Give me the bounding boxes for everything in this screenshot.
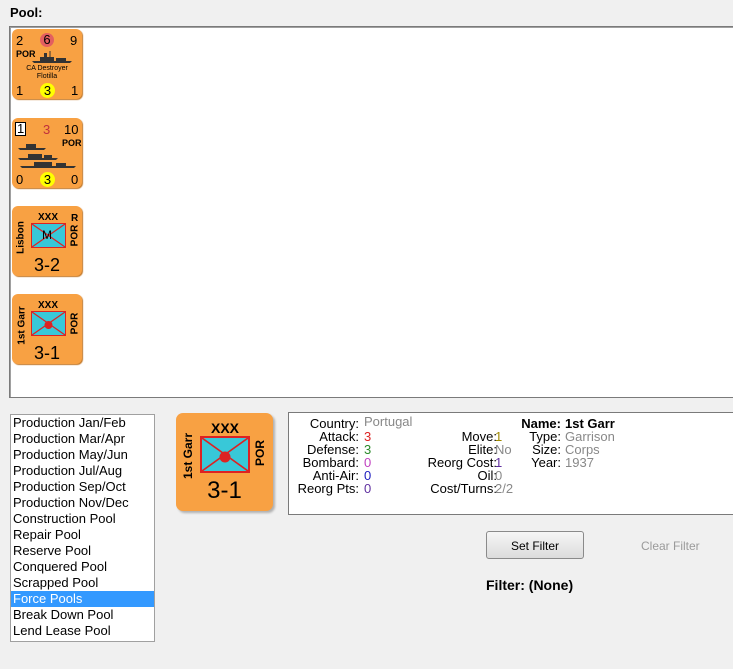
list-item[interactable]: Production May/Jun [11,447,154,463]
counter-bottom-left: 1 [16,83,24,98]
year-label: Year: [531,455,561,470]
counter-bottom-left: 0 [16,172,24,187]
list-item[interactable]: Production Nov/Dec [11,495,154,511]
garrison-symbol-icon [202,438,248,471]
counter-strength: 3-1 [207,477,242,504]
pool-area[interactable]: 2 6 9 POR CA Destroyer Flotilla 1 3 1 1 … [9,26,733,398]
counter-boxed-value: 1 [15,121,27,136]
list-item[interactable]: Production Mar/Apr [11,431,154,447]
list-item[interactable]: Lend Lease Pool [11,623,154,639]
list-item[interactable]: Reserve Pool [11,543,154,559]
destroyer-silhouette-icon [32,51,72,63]
garrison-symbol-icon [32,312,65,335]
counter-bottom-right: 0 [71,172,79,187]
year-value: 1937 [565,455,594,470]
reorgpts-value: 0 [364,481,372,496]
counter-strength: 3-1 [33,343,60,363]
counter-range: 10 [64,122,79,137]
pool-label: Pool: [10,5,43,20]
counter-move-circle: 3 [40,83,55,98]
list-item[interactable]: Construction Pool [11,511,154,527]
counter-attack: 2 [16,33,24,48]
counter-name-line1: CA Destroyer [26,65,68,72]
counter-move-circle: 3 [40,172,55,187]
unit-symbol-box [200,436,250,473]
costturns-label: Cost/Turns: [430,481,497,496]
unit-symbol-box [31,311,66,336]
unit-symbol-letter: M [42,228,52,242]
clear-filter-button[interactable]: Clear Filter [641,539,700,553]
ship-silhouettes-icon [18,144,76,168]
counter-bottom-right: 1 [71,83,79,98]
counter-nation: POR [69,224,81,247]
counter-side-left: 1st Garr [16,306,28,345]
counter-nation: POR [69,312,81,335]
list-item-selected[interactable]: Force Pools [11,591,154,607]
counter-name-line2: Flotilla [36,73,58,80]
costturns-value: 2/2 [495,481,514,496]
list-item[interactable]: Scrapped Pool [11,575,154,591]
list-item[interactable]: Production Sep/Oct [11,479,154,495]
unit-symbol-box: M [31,223,66,248]
counter-nation: POR [253,440,267,467]
counter-strength: 3-2 [33,255,60,275]
counter-red-value: 6 [40,33,54,47]
counter-size: XXX [211,420,240,436]
counter-naval-group[interactable]: 1 3 10 POR 0 3 0 [12,118,82,188]
counter-lisbon[interactable]: XXX R Lisbon POR M 3-2 [12,206,82,276]
unit-info-panel: Country: Portugal Attack: 3 Defense: 3 B… [288,412,733,515]
counter-red-value: 3 [43,122,51,137]
pool-selector-list[interactable]: Production Jan/Feb Production Mar/Apr Pr… [10,414,155,642]
counter-side-left: Lisbon [15,221,27,254]
filter-status: Filter: (None) [486,577,574,593]
list-item[interactable]: Production Jan/Feb [11,415,154,431]
list-item[interactable]: Break Down Pool [11,607,154,623]
counter-1st-garr[interactable]: XXX 1st Garr POR 3-1 [12,294,82,364]
counter-ca-destroyer-flotilla[interactable]: 2 6 9 POR CA Destroyer Flotilla 1 3 1 [12,29,82,99]
set-filter-button[interactable]: Set Filter [486,531,584,559]
selected-counter: XXX 1st Garr POR 3-1 [176,413,273,511]
counter-range: 9 [70,33,78,48]
list-item[interactable]: Production Jul/Aug [11,463,154,479]
list-item[interactable]: Repair Pool [11,527,154,543]
reorgpts-label: Reorg Pts: [297,481,359,496]
country-value: Portugal [364,414,413,429]
list-item[interactable]: Conquered Pool [11,559,154,575]
